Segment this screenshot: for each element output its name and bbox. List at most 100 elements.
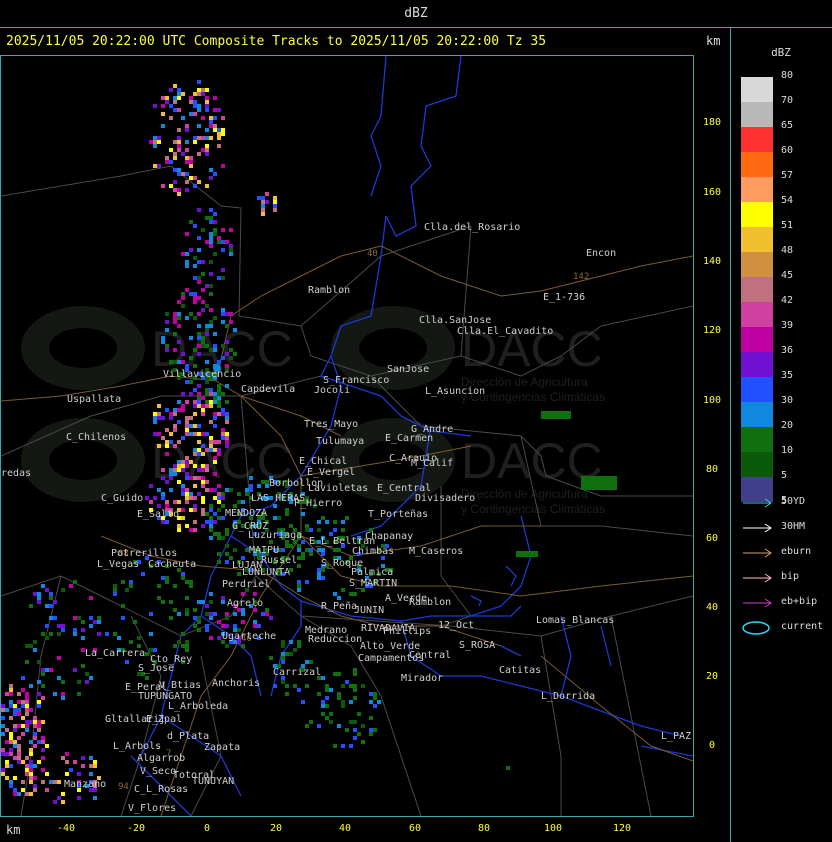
title-bar: dBZ: [0, 0, 832, 28]
legend-swatch: [741, 327, 773, 352]
place-label: Uspallata: [67, 394, 121, 405]
place-label: Lavioletas: [308, 483, 368, 494]
legend-swatch: [741, 302, 773, 327]
track-legend-label: bip: [781, 571, 800, 582]
legend-level-label: 10: [781, 445, 794, 456]
legend-swatch: [741, 202, 773, 227]
legend-swatch: [741, 352, 773, 377]
place-label: Ramblon: [409, 597, 451, 608]
place-label: S_MARTIN: [349, 578, 397, 589]
x-axis-unit: km: [6, 823, 21, 837]
place-label: Lomas_Blancas: [536, 615, 614, 626]
place-label: M_Caseros: [409, 546, 463, 557]
legend-level-label: 54: [781, 195, 794, 206]
place-label: Agrelo: [227, 598, 263, 609]
legend-swatch: [741, 277, 773, 302]
x-tick-label: 40: [338, 823, 352, 834]
x-tick-label: 60: [408, 823, 422, 834]
x-tick-label: -20: [126, 823, 146, 834]
place-label: Luzuriaga: [248, 530, 302, 541]
track-legend-row: eburn: [741, 546, 831, 560]
legend-level-label: 65: [781, 120, 794, 131]
place-label: Manzano: [64, 779, 106, 790]
y-tick-label: 20: [705, 671, 719, 682]
place-label: V_Flores: [128, 803, 176, 814]
legend-level-label: 45: [781, 270, 794, 281]
y-tick-label: 80: [705, 464, 719, 475]
x-tick-label: 120: [612, 823, 632, 834]
track-legend-label: current: [781, 621, 824, 632]
place-label: Phillips: [383, 626, 431, 637]
legend-level-label: 48: [781, 245, 794, 256]
legend-level-label: 5: [781, 470, 788, 481]
legend-title: dBZ: [771, 46, 791, 59]
place-label: C_Guido: [101, 493, 143, 504]
place-label: Mirador: [401, 673, 443, 684]
place-label: E_Salto: [137, 509, 179, 520]
place-label: LUNLUNTA: [242, 567, 290, 578]
legend-level-label: 35: [781, 370, 794, 381]
place-label: E_Chical: [299, 456, 347, 467]
place-label: Clla.del_Rosario: [424, 222, 520, 233]
legend-swatch: [741, 127, 773, 152]
place-label: L_Dorrida: [541, 691, 595, 702]
legend-swatch: [741, 252, 773, 277]
place-label: S_Jose: [138, 663, 174, 674]
y-tick-label: 180: [702, 117, 722, 128]
legend-level-label: 80: [781, 70, 794, 81]
route-number: 40: [367, 249, 378, 259]
track-arrow-icon: [743, 548, 772, 558]
y-tick-label: 160: [702, 187, 722, 198]
place-label: Perdriel: [222, 579, 270, 590]
place-label: L_PAZ: [661, 731, 691, 742]
x-tick-label: 100: [543, 823, 563, 834]
y-axis-unit: km: [706, 34, 721, 48]
place-label: Catitas: [499, 665, 541, 676]
place-label: Clla.SanJose: [419, 315, 491, 326]
place-label: Potrerillos: [111, 548, 177, 559]
place-label: Algarrob: [137, 753, 185, 764]
y-tick-label: 100: [702, 395, 722, 406]
place-label: Anchoris: [212, 678, 260, 689]
radar-map[interactable]: DACC DACC Dirección de Agricultura y Con…: [1, 56, 693, 816]
legend-level-label: 57: [781, 170, 794, 181]
place-label: Cacheuta: [148, 559, 196, 570]
track-legend-row: 50YD: [741, 496, 831, 510]
place-label: T_Porteñas: [368, 509, 428, 520]
legend-level-label: 70: [781, 95, 794, 106]
svg-text:y Contingencias Climáticas: y Contingencias Climáticas: [461, 502, 605, 516]
place-label: d_Plata: [167, 731, 209, 742]
place-label: JUNIN: [354, 605, 384, 616]
route-number: 94: [118, 782, 129, 792]
place-label: Capdevila: [241, 384, 295, 395]
legend-level-label: 51: [781, 220, 794, 231]
place-label: Divisadero: [415, 493, 475, 504]
place-label: Ramblon: [308, 285, 350, 296]
place-label: V_Seco: [140, 766, 176, 777]
place-label: Palmica: [351, 567, 393, 578]
place-label: La_Carrera: [85, 648, 145, 659]
current-ellipse-icon: [742, 621, 770, 635]
place-label: redas: [1, 468, 31, 479]
place-label: Tulumaya: [316, 436, 364, 447]
place-label: E_1-736: [543, 292, 585, 303]
x-tick-label: -40: [56, 823, 76, 834]
legend-level-label: 42: [781, 295, 794, 306]
x-tick-label: 0: [203, 823, 211, 834]
place-label: Zapata: [204, 742, 240, 753]
legend-level-label: 36: [781, 345, 794, 356]
track-arrow-icon: [743, 598, 772, 608]
place-label: TUNUYAN: [192, 776, 234, 787]
legend-swatch: [741, 102, 773, 127]
y-tick-label: 0: [708, 740, 716, 751]
place-label: R_Peña: [321, 601, 357, 612]
place-label: Clla.El_Cavadito: [457, 326, 553, 337]
legend-level-label: 30: [781, 395, 794, 406]
place-label: Encon: [586, 248, 616, 259]
legend-swatch: [741, 227, 773, 252]
legend-swatch: [741, 77, 773, 102]
place-label: L_Arboleda: [168, 701, 228, 712]
radar-map-panel[interactable]: DACC DACC Dirección de Agricultura y Con…: [0, 55, 694, 817]
legend-level-label: 20: [781, 420, 794, 431]
place-label: Jocoli: [314, 385, 350, 396]
